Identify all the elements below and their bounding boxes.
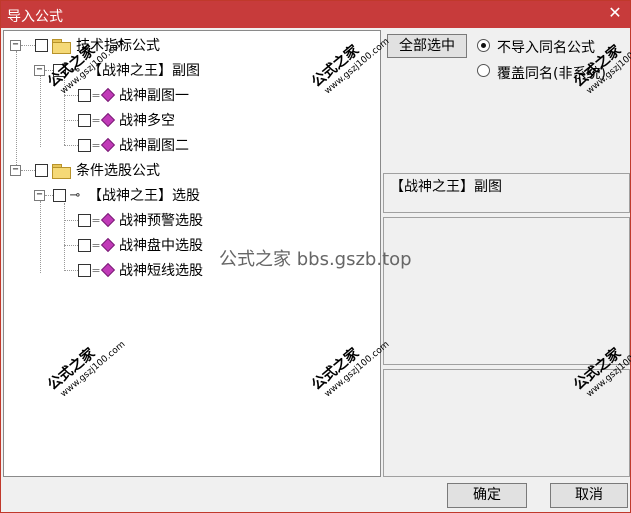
- no-import-radio[interactable]: [477, 39, 490, 52]
- watermark: 公式之家www.gszj100.com: [570, 36, 631, 97]
- dash-icon: =: [91, 113, 101, 127]
- tree-node-label[interactable]: 战神副图二: [119, 135, 189, 155]
- tree-checkbox[interactable]: [35, 38, 48, 52]
- cancel-button[interactable]: 取消: [550, 483, 628, 508]
- tree-checkbox[interactable]: [78, 138, 91, 152]
- formula-gem-icon: [101, 214, 113, 226]
- dash-icon: =: [91, 213, 101, 227]
- formula-params-box: [383, 369, 630, 477]
- dash-icon: =: [91, 263, 101, 277]
- tree-node-selection-group: − ⊸ 【战神之王】选股: [34, 184, 200, 206]
- selected-formula-box: 【战神之王】副图: [383, 173, 630, 213]
- overwrite-radio-label[interactable]: 覆盖同名(非系统): [497, 63, 606, 83]
- formula-description-box: [383, 217, 630, 365]
- tree-node-technical-indicators: − 技术指标公式: [10, 34, 160, 56]
- tree-node-label[interactable]: 技术指标公式: [76, 35, 160, 55]
- formula-gem-icon: [101, 89, 113, 101]
- no-import-radio-label[interactable]: 不导入同名公式: [497, 37, 595, 57]
- import-formula-dialog: 导入公式 ✕ − 技术指标公式 − ⊸ 【战神之王】副图 = 战神副图一 = 战…: [0, 0, 631, 513]
- tree-checkbox[interactable]: [35, 163, 48, 177]
- overwrite-radio[interactable]: [477, 64, 490, 77]
- tree-node-label[interactable]: 战神盘中选股: [119, 235, 203, 255]
- key-icon: ⊸: [69, 187, 81, 203]
- folder-icon: [52, 38, 71, 54]
- tree-checkbox[interactable]: [53, 63, 66, 77]
- formula-gem-icon: [101, 264, 113, 276]
- tree-checkbox[interactable]: [78, 263, 91, 277]
- tree-node-formula: = 战神多空: [64, 109, 175, 131]
- folder-icon: [52, 163, 71, 179]
- collapse-toggle[interactable]: −: [34, 189, 45, 201]
- tree-checkbox[interactable]: [53, 188, 66, 202]
- formula-gem-icon: [101, 239, 113, 251]
- tree-node-label[interactable]: 战神预警选股: [119, 210, 203, 230]
- collapse-toggle[interactable]: −: [34, 64, 45, 76]
- dash-icon: =: [91, 238, 101, 252]
- tree-node-label[interactable]: 战神短线选股: [119, 260, 203, 280]
- formula-tree: − 技术指标公式 − ⊸ 【战神之王】副图 = 战神副图一 = 战神多空 = 战…: [3, 30, 381, 477]
- key-icon: ⊸: [69, 62, 81, 78]
- tree-node-formula: = 战神预警选股: [64, 209, 203, 231]
- ok-button[interactable]: 确定: [447, 483, 527, 508]
- dialog-title: 导入公式: [7, 9, 63, 25]
- title-bar: 导入公式 ✕: [1, 1, 630, 28]
- tree-checkbox[interactable]: [78, 113, 91, 127]
- tree-checkbox[interactable]: [78, 213, 91, 227]
- dash-icon: =: [91, 138, 101, 152]
- collapse-toggle[interactable]: −: [10, 164, 21, 176]
- tree-node-formula: = 战神副图一: [64, 84, 189, 106]
- tree-node-label[interactable]: 【战神之王】选股: [88, 185, 200, 205]
- tree-node-label[interactable]: 战神副图一: [119, 85, 189, 105]
- tree-checkbox[interactable]: [78, 88, 91, 102]
- select-all-button[interactable]: 全部选中: [387, 34, 467, 58]
- formula-gem-icon: [101, 139, 113, 151]
- tree-node-formula: = 战神盘中选股: [64, 234, 203, 256]
- tree-node-subchart-group: − ⊸ 【战神之王】副图: [34, 59, 200, 81]
- collapse-toggle[interactable]: −: [10, 39, 21, 51]
- tree-checkbox[interactable]: [78, 238, 91, 252]
- tree-node-formula: = 战神短线选股: [64, 259, 203, 281]
- tree-node-label[interactable]: 条件选股公式: [76, 160, 160, 180]
- tree-node-label[interactable]: 战神多空: [119, 110, 175, 130]
- formula-gem-icon: [101, 114, 113, 126]
- selected-formula-name: 【战神之王】副图: [390, 179, 502, 195]
- tree-node-formula: = 战神副图二: [64, 134, 189, 156]
- tree-node-stock-selection: − 条件选股公式: [10, 159, 160, 181]
- dash-icon: =: [91, 88, 101, 102]
- tree-node-label[interactable]: 【战神之王】副图: [88, 60, 200, 80]
- close-icon[interactable]: ✕: [606, 3, 624, 23]
